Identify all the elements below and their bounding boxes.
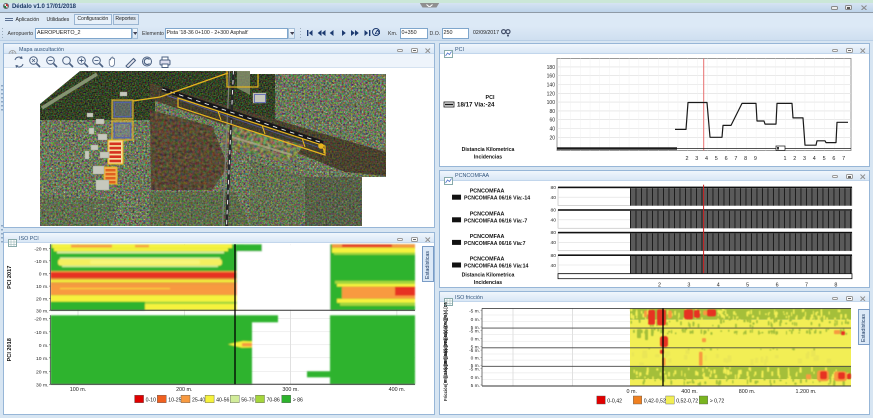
svg-text:0 m.: 0 m. (39, 343, 49, 349)
svg-text:0 m.: 0 m. (471, 337, 480, 343)
svg-text:300 m.: 300 m. (282, 387, 298, 393)
svg-text:100 m.: 100 m. (70, 387, 86, 393)
svg-text:0 m.: 0 m. (626, 389, 636, 395)
svg-text:-10 m.: -10 m. (34, 259, 48, 265)
svg-text:-20 m.: -20 m. (34, 316, 48, 322)
svg-text:0,42-0,52: 0,42-0,52 (644, 399, 666, 405)
svg-text:140: 140 (547, 83, 556, 89)
svg-text:Distancia Kilometrica: Distancia Kilometrica (462, 272, 515, 278)
svg-text:160: 160 (547, 74, 556, 80)
svg-text:2: 2 (658, 282, 661, 287)
svg-text:-5 m.: -5 m. (469, 328, 480, 334)
svg-text:10 m.: 10 m. (36, 356, 48, 362)
svg-text:2: 2 (686, 156, 689, 162)
svg-text:56-70: 56-70 (241, 397, 254, 403)
svg-text:0-0,42: 0-0,42 (607, 399, 622, 405)
svg-text:800 m.: 800 m. (739, 389, 755, 395)
svg-text:0 m.: 0 m. (471, 356, 480, 362)
svg-text:0 m.: 0 m. (471, 317, 480, 323)
svg-text:10-25: 10-25 (168, 397, 181, 403)
svg-text:1.200 m.: 1.200 m. (796, 389, 817, 395)
svg-text:7: 7 (734, 156, 737, 162)
svg-text:120: 120 (547, 91, 556, 97)
svg-text:3: 3 (803, 156, 806, 162)
svg-text:4: 4 (705, 156, 708, 162)
svg-text:6: 6 (776, 282, 779, 287)
svg-text:-10 m.: -10 m. (34, 330, 48, 336)
svg-text:40: 40 (550, 195, 556, 201)
svg-text:6: 6 (725, 156, 728, 162)
svg-text:30 m.: 30 m. (36, 308, 48, 314)
svg-text:20 m.: 20 m. (36, 297, 48, 303)
svg-text:200 m.: 200 m. (176, 387, 192, 393)
svg-text:9: 9 (754, 156, 757, 162)
svg-text:5: 5 (715, 156, 718, 162)
svg-text:40: 40 (550, 217, 556, 223)
svg-text:30 m.: 30 m. (36, 382, 48, 388)
svg-text:18/17 Vía:-24: 18/17 Vía:-24 (457, 102, 495, 109)
svg-text:400 m.: 400 m. (389, 387, 405, 393)
svg-text:400 m.: 400 m. (681, 389, 697, 395)
svg-text:0-10: 0-10 (146, 397, 156, 403)
svg-text:40: 40 (550, 240, 556, 246)
svg-text:7: 7 (842, 156, 845, 162)
svg-text:-5 m.: -5 m. (469, 348, 480, 354)
svg-text:40-56: 40-56 (216, 397, 229, 403)
svg-text:3: 3 (695, 156, 698, 162)
svg-text:3: 3 (687, 282, 690, 287)
svg-text:> 0,72: > 0,72 (710, 399, 725, 405)
svg-text:80: 80 (550, 185, 556, 191)
svg-text:Fricción[Fr.][GN].[DN][%]: Fricción[Fr.][GN].[DN][%] (443, 351, 448, 401)
svg-text:PCNCOMFAA: PCNCOMFAA (470, 188, 505, 194)
svg-text:80: 80 (550, 230, 556, 236)
svg-text:100: 100 (547, 100, 556, 106)
svg-text:60: 60 (549, 118, 555, 124)
svg-text:-5 m.: -5 m. (469, 367, 480, 373)
svg-text:PCI: PCI (486, 95, 495, 101)
svg-text:40: 40 (549, 127, 555, 133)
svg-text:PCNCOMFAA 06/16 Vía:7: PCNCOMFAA 06/16 Vía:7 (464, 241, 526, 247)
svg-text:Distancia Kilometrica: Distancia Kilometrica (462, 147, 515, 153)
svg-text:80: 80 (549, 109, 555, 115)
svg-text:7: 7 (805, 282, 808, 287)
svg-text:20: 20 (549, 135, 555, 141)
svg-text:4: 4 (813, 156, 816, 162)
svg-text:PCNCOMFAA 06/16 Vía:-14: PCNCOMFAA 06/16 Vía:-14 (464, 195, 530, 201)
svg-text:PCI 2018: PCI 2018 (7, 338, 13, 361)
svg-text:8: 8 (834, 282, 837, 287)
svg-text:8: 8 (744, 156, 747, 162)
svg-text:0,52-0,72: 0,52-0,72 (676, 399, 698, 405)
svg-text:> 86: > 86 (293, 397, 303, 403)
svg-text:PCNCOMFAA: PCNCOMFAA (470, 256, 505, 262)
svg-text:0 m.: 0 m. (471, 375, 480, 381)
svg-text:5: 5 (746, 282, 749, 287)
svg-text:25-40: 25-40 (192, 397, 205, 403)
svg-text:2: 2 (793, 156, 796, 162)
svg-text:-5 m.: -5 m. (469, 309, 480, 315)
svg-text:1: 1 (784, 156, 787, 162)
svg-text:-20 m.: -20 m. (34, 247, 48, 253)
svg-text:10 m.: 10 m. (36, 284, 48, 290)
svg-text:5: 5 (823, 156, 826, 162)
svg-text:70-86: 70-86 (266, 397, 279, 403)
svg-text:PCNCOMFAA: PCNCOMFAA (470, 234, 505, 240)
svg-text:5 m.: 5 m. (471, 383, 480, 389)
svg-text:40: 40 (550, 263, 556, 269)
svg-text:80: 80 (550, 207, 556, 213)
svg-text:6: 6 (832, 156, 835, 162)
svg-text:0 m.: 0 m. (39, 272, 49, 278)
svg-text:80: 80 (550, 253, 556, 259)
svg-text:4: 4 (717, 282, 720, 287)
svg-text:Incidencias: Incidencias (474, 280, 502, 286)
svg-text:PCNCOMFAA 06/16 Vía:14: PCNCOMFAA 06/16 Vía:14 (464, 263, 529, 269)
svg-text:180: 180 (547, 65, 556, 71)
svg-text:PCI 2017: PCI 2017 (7, 266, 13, 289)
svg-text:Incidencias: Incidencias (474, 155, 502, 161)
svg-text:20 m.: 20 m. (36, 369, 48, 375)
svg-text:PCNCOMFAA: PCNCOMFAA (470, 211, 505, 217)
svg-text:PCNCOMFAA 06/16 Vía:-7: PCNCOMFAA 06/16 Vía:-7 (464, 218, 527, 224)
